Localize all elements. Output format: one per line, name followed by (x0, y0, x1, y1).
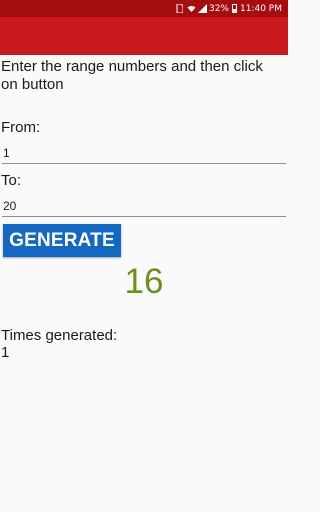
from-input[interactable] (2, 143, 286, 164)
to-input[interactable] (2, 196, 286, 217)
app-bar (0, 17, 288, 55)
signal-icon (197, 4, 207, 13)
status-bar: 32% 11:40 PM (0, 0, 288, 17)
times-generated-label: Times generated: (1, 327, 118, 344)
from-label: From: (1, 119, 41, 136)
instructions-text: Enter the range numbers and then click o… (1, 58, 263, 93)
times-generated-count: 1 (1, 344, 10, 361)
battery-icon (232, 4, 237, 13)
generate-button[interactable]: GENERATE (3, 224, 121, 257)
wifi-icon (187, 4, 196, 13)
to-label: To: (1, 172, 22, 189)
sim-icon (176, 3, 184, 14)
generated-number: 16 (124, 262, 164, 301)
clock: 11:40 PM (240, 3, 282, 14)
times-generated: Times generated: 1 (1, 327, 117, 361)
battery-percent: 32% (208, 3, 229, 14)
